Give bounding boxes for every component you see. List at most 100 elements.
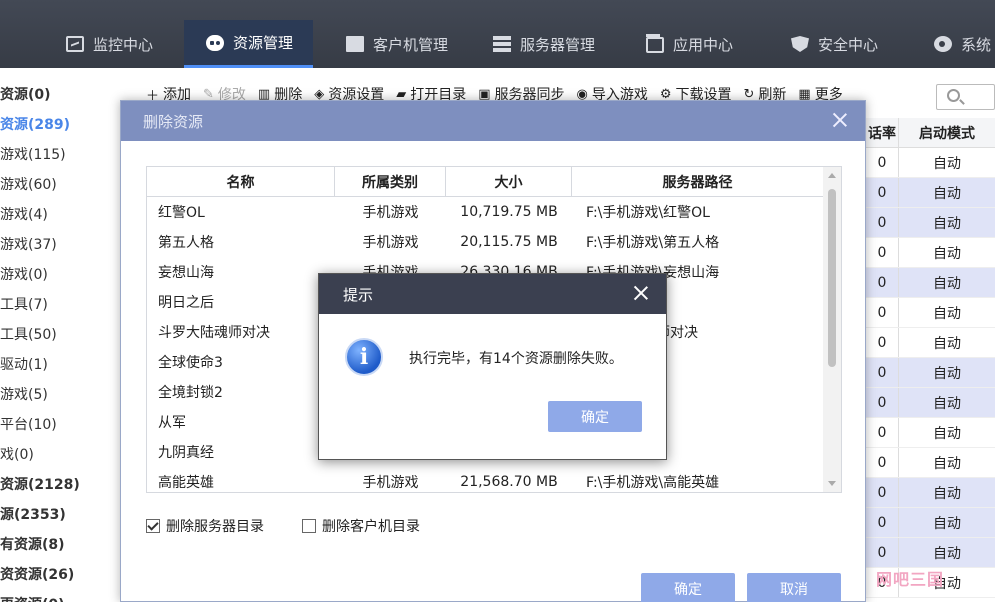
shield-icon <box>791 36 809 52</box>
table-row[interactable]: 0 自动 <box>866 148 995 178</box>
top-nav: 监控中心 资源管理 客户机管理 服务器管理 应用中心 安全中心 系统 <box>0 0 995 68</box>
tree-item[interactable]: 游戏(4) <box>0 200 48 230</box>
cell-size: 21,568.70 MB <box>460 474 558 490</box>
grid-row[interactable]: 高能英雄 手机游戏 21,568.70 MB F:\手机游戏\高能英雄 <box>147 467 841 492</box>
tree-item[interactable]: 工具(7) <box>0 290 48 320</box>
tree-item[interactable]: 资源(0) <box>0 80 51 110</box>
cancel-button[interactable]: 取消 <box>747 573 841 602</box>
table-row[interactable]: 0 自动 <box>866 508 995 538</box>
prompt-title: 提示 <box>343 285 374 304</box>
table-row[interactable]: 0 自动 <box>866 418 995 448</box>
nav-system[interactable]: 系统 <box>934 20 991 68</box>
cell-category: 手机游戏 <box>362 235 419 251</box>
tree-item[interactable]: 游戏(0) <box>0 260 48 290</box>
checkbox-checked[interactable] <box>146 519 160 533</box>
cell-path: F:\手机游戏\第五人格 <box>586 235 720 251</box>
nav-client[interactable]: 客户机管理 <box>346 20 448 68</box>
cell-launch-mode: 自动 <box>898 358 995 387</box>
cell-name: 第五人格 <box>158 235 214 251</box>
tree-item[interactable]: 资资源(26) <box>0 560 74 590</box>
tree-item[interactable]: 驱动(1) <box>0 350 48 380</box>
col-header-rate[interactable]: 话率 <box>866 118 898 147</box>
tree-item[interactable]: 更资源(0) <box>0 590 65 602</box>
nav-server[interactable]: 服务器管理 <box>493 20 595 68</box>
scroll-up-icon[interactable] <box>828 173 836 178</box>
cell-size: 20,115.75 MB <box>460 234 558 250</box>
cell-name: 斗罗大陆魂师对决 <box>158 325 270 341</box>
table-row[interactable]: 0 自动 <box>866 478 995 508</box>
resource-table: 话率 启动模式 0 自动 0 自动 0 自动 0 自动 0 自动 0 自动 0 自动 0 自动 0 自动 0 自动 0 自… <box>866 118 995 598</box>
table-row[interactable]: 0 自动 <box>866 178 995 208</box>
tree-item[interactable]: 源(2353) <box>0 500 66 530</box>
grid-row[interactable]: 第五人格 手机游戏 20,115.75 MB F:\手机游戏\第五人格 <box>147 227 841 257</box>
table-header: 话率 启动模式 <box>866 118 995 148</box>
col-header-path[interactable]: 服务器路径 <box>572 167 824 196</box>
cell-launch-mode: 自动 <box>898 448 995 477</box>
scroll-down-icon[interactable] <box>828 481 836 486</box>
table-row[interactable]: 0 自动 <box>866 448 995 478</box>
table-row[interactable]: 0 自动 <box>866 388 995 418</box>
tree-item[interactable]: 工具(50) <box>0 320 57 350</box>
cell-name: 明日之后 <box>158 295 214 311</box>
table-row[interactable]: 0 自动 <box>866 268 995 298</box>
cell-launch-mode: 自动 <box>898 328 995 357</box>
prompt-ok-button[interactable]: 确定 <box>548 401 642 432</box>
col-header-name[interactable]: 名称 <box>147 167 335 196</box>
nav-monitor[interactable]: 监控中心 <box>66 20 153 68</box>
cell-name: 高能英雄 <box>158 475 214 491</box>
cell-rate: 0 <box>877 304 887 321</box>
checkbox-unchecked[interactable] <box>302 519 316 533</box>
tree-item[interactable]: 游戏(5) <box>0 380 48 410</box>
table-row[interactable]: 0 自动 <box>866 298 995 328</box>
close-icon[interactable] <box>831 111 849 129</box>
vertical-scrollbar[interactable] <box>823 167 841 492</box>
grid-row[interactable]: 红警OL 手机游戏 10,719.75 MB F:\手机游戏\红警OL <box>147 197 841 227</box>
tree-item[interactable]: 游戏(37) <box>0 230 57 260</box>
table-row[interactable]: 0 自动 <box>866 238 995 268</box>
cell-launch-mode: 自动 <box>898 418 995 447</box>
watermark-logo: 网吧三国 <box>876 570 945 589</box>
cell-rate: 0 <box>877 454 887 471</box>
search-icon <box>947 89 960 102</box>
ok-button[interactable]: 确定 <box>641 573 735 602</box>
resource-tree: 资源(0) 资源(289) 游戏(115) 游戏(60) 游戏(4) 游戏(37… <box>0 68 120 602</box>
close-icon[interactable] <box>632 284 650 302</box>
cell-launch-mode: 自动 <box>898 268 995 297</box>
tree-item[interactable]: 戏(0) <box>0 440 34 470</box>
tree-item[interactable]: 游戏(115) <box>0 140 66 170</box>
tree-item[interactable]: 有资源(8) <box>0 530 65 560</box>
gear-icon <box>934 36 952 52</box>
nav-security[interactable]: 安全中心 <box>791 20 878 68</box>
cell-path: F:\手机游戏\高能英雄 <box>586 475 720 491</box>
col-header-size[interactable]: 大小 <box>446 167 572 196</box>
gamepad-icon <box>206 34 224 51</box>
nav-resource[interactable]: 资源管理 <box>184 20 314 68</box>
tree-item[interactable]: 平台(10) <box>0 410 57 440</box>
nav-app[interactable]: 应用中心 <box>646 20 733 68</box>
tree-item[interactable]: 资源(289) <box>0 110 70 140</box>
cell-launch-mode: 自动 <box>898 508 995 537</box>
col-header-category[interactable]: 所属类别 <box>335 167 446 196</box>
tree-item[interactable]: 游戏(60) <box>0 170 57 200</box>
scroll-thumb[interactable] <box>828 189 836 367</box>
cell-launch-mode: 自动 <box>898 388 995 417</box>
cell-rate: 0 <box>877 424 887 441</box>
cell-rate: 0 <box>877 514 887 531</box>
cell-size: 10,719.75 MB <box>460 204 558 220</box>
cell-name: 全球使命3 <box>158 355 223 371</box>
table-row[interactable]: 0 自动 <box>866 328 995 358</box>
table-row[interactable]: 0 自动 <box>866 358 995 388</box>
prompt-dialog: 提示 i 执行完毕，有14个资源删除失败。 确定 <box>318 273 667 460</box>
delete-client-dir-checkbox[interactable]: 删除客户机目录 <box>302 516 420 536</box>
cell-launch-mode: 自动 <box>898 478 995 507</box>
tree-item[interactable]: 资源(2128) <box>0 470 80 500</box>
table-row[interactable]: 0 自动 <box>866 538 995 568</box>
prompt-message: 执行完毕，有14个资源删除失败。 <box>409 351 623 367</box>
delete-server-dir-checkbox[interactable]: 删除服务器目录 <box>146 516 264 536</box>
table-row[interactable]: 0 自动 <box>866 208 995 238</box>
cell-rate: 0 <box>877 334 887 351</box>
col-header-launch-mode[interactable]: 启动模式 <box>898 118 995 147</box>
cell-name: 从军 <box>158 415 186 431</box>
search-input[interactable] <box>936 84 995 110</box>
cell-rate: 0 <box>877 184 887 201</box>
